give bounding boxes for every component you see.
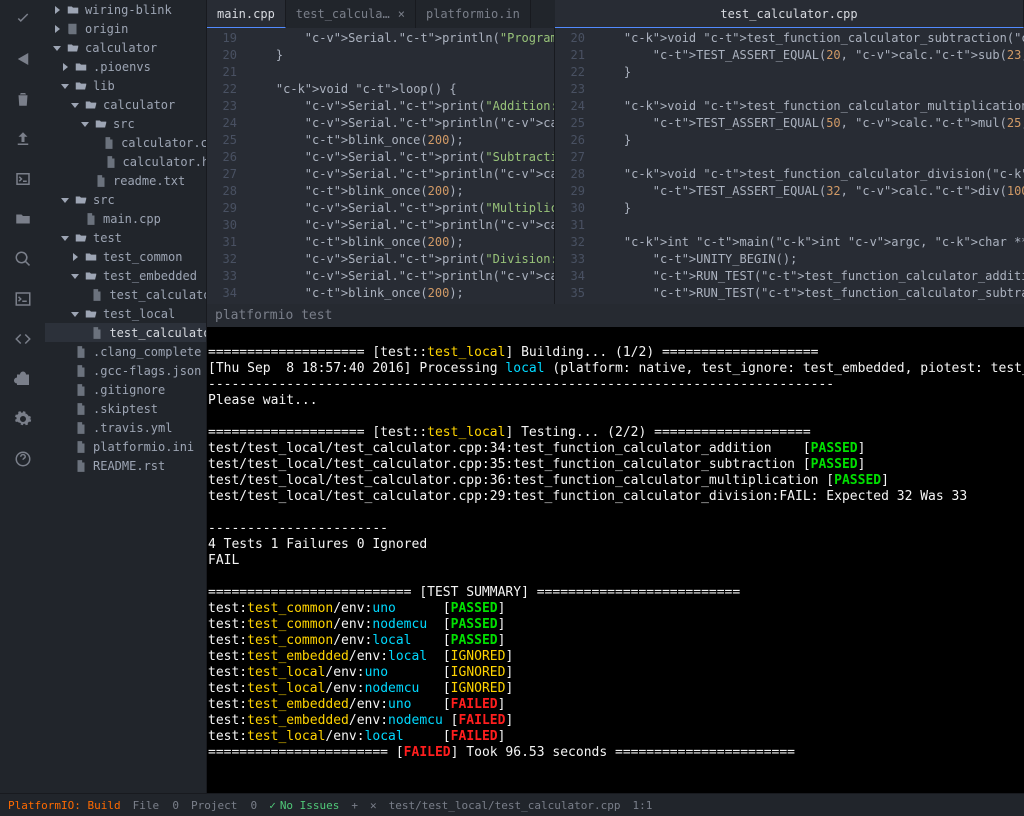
editor-right[interactable]: 20 21 22 23 24 25 26 27 28 29 30 31 32 3…	[555, 28, 1024, 304]
status-issues[interactable]: ✓ No Issues	[269, 799, 339, 812]
status-project[interactable]: Project 0	[191, 799, 257, 812]
tree-item[interactable]: calculator.h	[45, 152, 206, 171]
plugin-icon[interactable]	[14, 370, 32, 388]
editor-left[interactable]: 19 20 21 22 23 24 25 26 27 28 29 30 31 3…	[207, 28, 555, 304]
tree-item[interactable]: lib	[45, 76, 206, 95]
tree-item[interactable]: test_local	[45, 304, 206, 323]
status-close-icon[interactable]: ✕	[370, 799, 377, 812]
trash-icon[interactable]	[14, 90, 32, 108]
tab-test-calculator-right[interactable]: test_calculator.cpp	[555, 0, 1024, 28]
tree-item[interactable]: origin	[45, 19, 206, 38]
tree-item[interactable]: wiring-blink	[45, 0, 206, 19]
tree-item[interactable]: test_common	[45, 247, 206, 266]
tree-item[interactable]: calculator	[45, 95, 206, 114]
check-icon[interactable]	[14, 10, 32, 28]
tree-item[interactable]: src	[45, 114, 206, 133]
tree-item[interactable]: platformio.ini	[45, 437, 206, 456]
folder-icon[interactable]	[14, 210, 32, 228]
editor-area: main.cpp test_calcula…× platformio.in te…	[207, 0, 1024, 793]
tree-item[interactable]: .gitignore	[45, 380, 206, 399]
terminal-icon[interactable]	[14, 290, 32, 308]
status-bar: PlatformIO: Build File 0 Project 0 ✓ No …	[0, 793, 1024, 816]
upload-icon[interactable]	[14, 130, 32, 148]
tree-item[interactable]: .pioenvs	[45, 57, 206, 76]
tree-item[interactable]: .travis.yml	[45, 418, 206, 437]
status-linecol: 1:1	[632, 799, 652, 812]
terminal-header: platformio test	[207, 304, 1024, 327]
search-icon[interactable]	[14, 250, 32, 268]
tree-item[interactable]: src	[45, 190, 206, 209]
code-icon[interactable]	[14, 330, 32, 348]
file-tree: wiring-blinkorigincalculator.pioenvslibc…	[45, 0, 207, 793]
tree-item[interactable]: .clang_complete	[45, 342, 206, 361]
help-icon[interactable]	[14, 450, 32, 468]
status-path: test/test_local/test_calculator.cpp	[389, 799, 621, 812]
tab-test-calculator[interactable]: test_calcula…×	[286, 0, 416, 28]
activity-bar	[0, 0, 45, 793]
status-pio-build[interactable]: PlatformIO: Build	[8, 799, 121, 812]
tree-item[interactable]: main.cpp	[45, 209, 206, 228]
status-add-icon[interactable]: +	[351, 799, 358, 812]
tab-main-cpp[interactable]: main.cpp	[207, 0, 286, 28]
tab-platformio-ini[interactable]: platformio.in	[416, 0, 531, 28]
tree-item[interactable]: test	[45, 228, 206, 247]
close-icon[interactable]: ×	[398, 7, 405, 21]
gear-icon[interactable]	[14, 410, 32, 428]
tree-item[interactable]: README.rst	[45, 456, 206, 475]
tab-row: main.cpp test_calcula…× platformio.in te…	[207, 0, 1024, 28]
tree-item[interactable]: .skiptest	[45, 399, 206, 418]
tree-item[interactable]: test_embedded	[45, 266, 206, 285]
tree-item[interactable]: test_calculator.cpp	[45, 285, 206, 304]
tree-item[interactable]: calculator.cpp	[45, 133, 206, 152]
status-file[interactable]: File 0	[133, 799, 179, 812]
terminal-output[interactable]: ==================== [test::test_local] …	[207, 327, 1024, 793]
serial-icon[interactable]	[14, 170, 32, 188]
tree-item[interactable]: .gcc-flags.json	[45, 361, 206, 380]
arrow-icon[interactable]	[14, 50, 32, 68]
tree-item[interactable]: readme.txt	[45, 171, 206, 190]
tree-item[interactable]: calculator	[45, 38, 206, 57]
tree-item[interactable]: test_calculator.cpp	[45, 323, 206, 342]
